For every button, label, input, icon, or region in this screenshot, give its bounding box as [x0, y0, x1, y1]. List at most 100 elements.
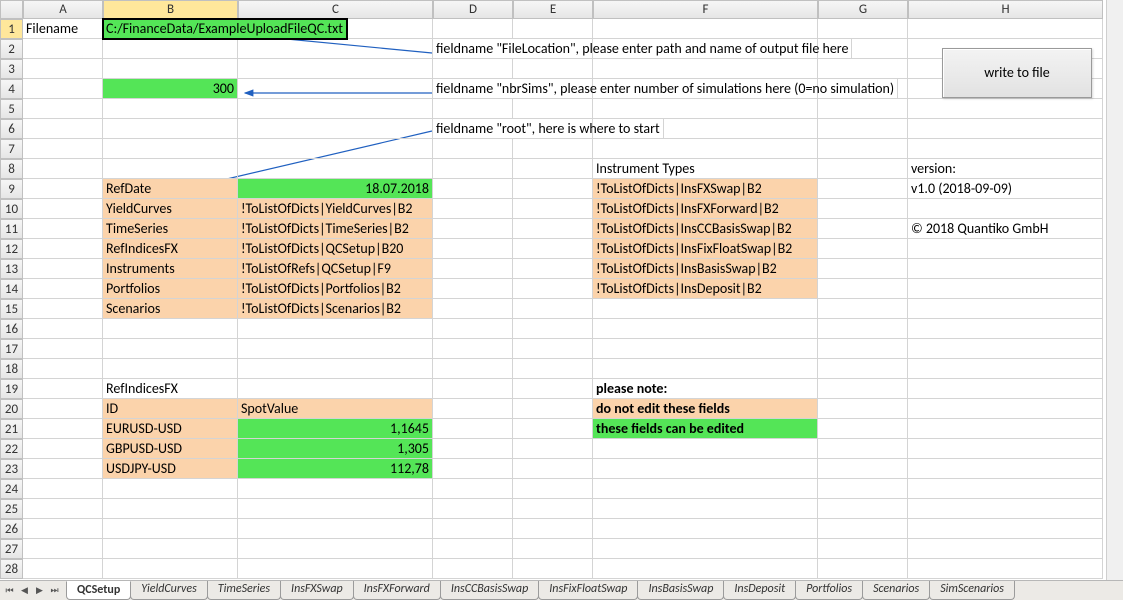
- row-header-23[interactable]: 23: [0, 459, 23, 479]
- cell[interactable]: [23, 99, 103, 119]
- tab-nav-next-icon[interactable]: ▶: [32, 583, 47, 598]
- cell[interactable]: [23, 339, 103, 359]
- cell[interactable]: [513, 199, 593, 219]
- cell[interactable]: [238, 339, 433, 359]
- cell[interactable]: [513, 459, 593, 479]
- cell[interactable]: [23, 459, 103, 479]
- cell[interactable]: [238, 539, 433, 559]
- cell[interactable]: [818, 179, 908, 199]
- cell[interactable]: [23, 379, 103, 399]
- cell-F21[interactable]: these fields can be edited: [593, 419, 818, 439]
- row-header-4[interactable]: 4: [0, 79, 23, 99]
- cell[interactable]: [818, 359, 908, 379]
- column-header-A[interactable]: A: [23, 0, 103, 19]
- cell[interactable]: [908, 419, 1103, 439]
- cell[interactable]: [818, 399, 908, 419]
- cell[interactable]: [23, 219, 103, 239]
- cell[interactable]: [818, 459, 908, 479]
- row-header-15[interactable]: 15: [0, 299, 23, 319]
- cell-B10[interactable]: YieldCurves: [103, 199, 238, 219]
- cell[interactable]: [818, 519, 908, 539]
- cell[interactable]: [433, 219, 513, 239]
- column-header-G[interactable]: G: [818, 0, 908, 19]
- cell[interactable]: [23, 259, 103, 279]
- sheet-tab-yieldcurves[interactable]: YieldCurves: [130, 581, 208, 600]
- cell-B4[interactable]: 300: [103, 79, 238, 99]
- cell-F10[interactable]: !ToListOfDicts|InsFXForward|B2: [593, 199, 818, 219]
- cell-C21[interactable]: 1,1645: [238, 419, 433, 439]
- cell[interactable]: [103, 39, 238, 59]
- cell[interactable]: [513, 159, 593, 179]
- cell[interactable]: [433, 179, 513, 199]
- cell[interactable]: [23, 239, 103, 259]
- row-header-2[interactable]: 2: [0, 39, 23, 59]
- cell[interactable]: [513, 479, 593, 499]
- cell[interactable]: [103, 339, 238, 359]
- cell[interactable]: [23, 59, 103, 79]
- cell[interactable]: [593, 539, 818, 559]
- cell[interactable]: [513, 319, 593, 339]
- cell[interactable]: [908, 19, 1103, 39]
- cell[interactable]: [908, 339, 1103, 359]
- cell[interactable]: [908, 399, 1103, 419]
- cell[interactable]: [23, 419, 103, 439]
- cell-F19[interactable]: please note:: [593, 379, 818, 399]
- cell[interactable]: [908, 359, 1103, 379]
- cell[interactable]: [433, 419, 513, 439]
- cell[interactable]: [818, 119, 908, 139]
- cell[interactable]: [433, 59, 513, 79]
- cell[interactable]: [23, 559, 103, 579]
- cell[interactable]: [818, 339, 908, 359]
- cell[interactable]: [908, 539, 1103, 559]
- cell[interactable]: [433, 239, 513, 259]
- row-header-21[interactable]: 21: [0, 419, 23, 439]
- row-header-25[interactable]: 25: [0, 499, 23, 519]
- cell[interactable]: [433, 459, 513, 479]
- cell[interactable]: [908, 239, 1103, 259]
- cell[interactable]: [513, 499, 593, 519]
- cell[interactable]: [593, 519, 818, 539]
- write-to-file-button[interactable]: write to file: [942, 48, 1092, 98]
- cell[interactable]: [238, 319, 433, 339]
- cell[interactable]: [23, 199, 103, 219]
- row-header-20[interactable]: 20: [0, 399, 23, 419]
- cell[interactable]: [513, 259, 593, 279]
- cell[interactable]: [593, 479, 818, 499]
- cell[interactable]: [818, 379, 908, 399]
- cell[interactable]: [23, 79, 103, 99]
- cell-H8[interactable]: version:: [908, 159, 1103, 179]
- cell[interactable]: [23, 439, 103, 459]
- row-header-3[interactable]: 3: [0, 59, 23, 79]
- cell[interactable]: [513, 299, 593, 319]
- cell-B1[interactable]: C:/FinanceData/ExampleUploadFileQC.txt: [103, 19, 347, 39]
- cell[interactable]: [103, 359, 238, 379]
- tab-nav-first-icon[interactable]: ⏮: [2, 583, 17, 598]
- cell[interactable]: [103, 139, 238, 159]
- cell-C23[interactable]: 112,78: [238, 459, 433, 479]
- sheet-tab-scenarios[interactable]: Scenarios: [862, 581, 930, 600]
- cell[interactable]: [103, 59, 238, 79]
- sheet-tab-simscenarios[interactable]: SimScenarios: [929, 581, 1015, 600]
- cell[interactable]: [908, 559, 1103, 579]
- row-header-17[interactable]: 17: [0, 339, 23, 359]
- column-header-E[interactable]: E: [513, 0, 593, 19]
- cell[interactable]: [593, 299, 818, 319]
- row-header-26[interactable]: 26: [0, 519, 23, 539]
- cell[interactable]: [818, 439, 908, 459]
- cell[interactable]: [593, 99, 818, 119]
- cell[interactable]: [238, 499, 433, 519]
- cell[interactable]: [433, 139, 513, 159]
- cell[interactable]: [818, 219, 908, 239]
- cell[interactable]: [513, 59, 593, 79]
- cell[interactable]: [513, 99, 593, 119]
- row-header-14[interactable]: 14: [0, 279, 23, 299]
- cell-D6[interactable]: fieldname "root", here is where to start: [433, 119, 664, 139]
- sheet-tab-insfxforward[interactable]: InsFXForward: [353, 581, 441, 600]
- sheet-tab-qcsetup[interactable]: QCSetup: [66, 581, 131, 600]
- cell[interactable]: [593, 439, 818, 459]
- row-header-19[interactable]: 19: [0, 379, 23, 399]
- cell[interactable]: [818, 319, 908, 339]
- cell[interactable]: [23, 39, 103, 59]
- cell[interactable]: [818, 479, 908, 499]
- cell-C12[interactable]: !ToListOfDicts|QCSetup|B20: [238, 239, 433, 259]
